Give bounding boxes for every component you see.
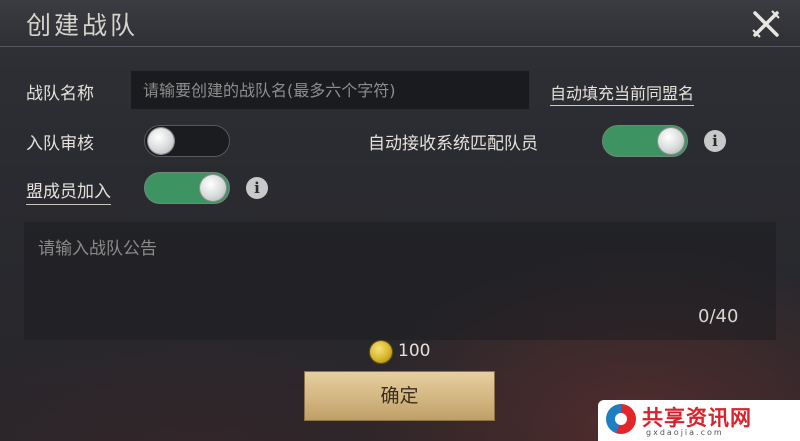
team-name-input[interactable] — [130, 70, 530, 110]
dialog-title: 创建战队 — [26, 11, 139, 40]
gold-coin-icon — [370, 341, 392, 363]
watermark-subtext: gxdaojia.com — [646, 428, 724, 437]
alliance-join-label[interactable]: 盟成员加入 — [26, 177, 111, 205]
notice-char-counter: 0/40 — [698, 306, 739, 327]
autofill-alliance-name-link[interactable]: 自动填充当前同盟名 — [550, 80, 695, 106]
toggle-knob — [658, 128, 684, 154]
alliance-join-toggle[interactable] — [144, 172, 230, 204]
confirm-button[interactable]: 确定 — [304, 371, 495, 421]
toggle-knob — [200, 175, 226, 201]
auto-accept-label: 自动接收系统匹配队员 — [368, 134, 538, 154]
close-icon[interactable] — [748, 6, 784, 42]
toggle-knob — [148, 128, 174, 154]
create-team-dialog: 创建战队 战队名称 自动填充当前同盟名 入队审核 自动接收系统匹配队员 i 盟成… — [0, 0, 800, 441]
dialog-header: 创建战队 — [0, 0, 800, 47]
info-icon[interactable]: i — [704, 130, 726, 152]
watermark-logo: 共享资讯网 gxdaojia.com — [598, 400, 800, 441]
info-icon[interactable]: i — [246, 177, 268, 199]
watermark-logo-icon — [606, 404, 636, 434]
creation-cost: 100 — [398, 341, 431, 361]
team-name-label: 战队名称 — [26, 84, 94, 104]
team-notice-textarea[interactable] — [24, 222, 776, 340]
auto-accept-toggle[interactable] — [602, 125, 688, 157]
join-review-toggle[interactable] — [144, 125, 230, 157]
join-review-label: 入队审核 — [26, 134, 94, 154]
